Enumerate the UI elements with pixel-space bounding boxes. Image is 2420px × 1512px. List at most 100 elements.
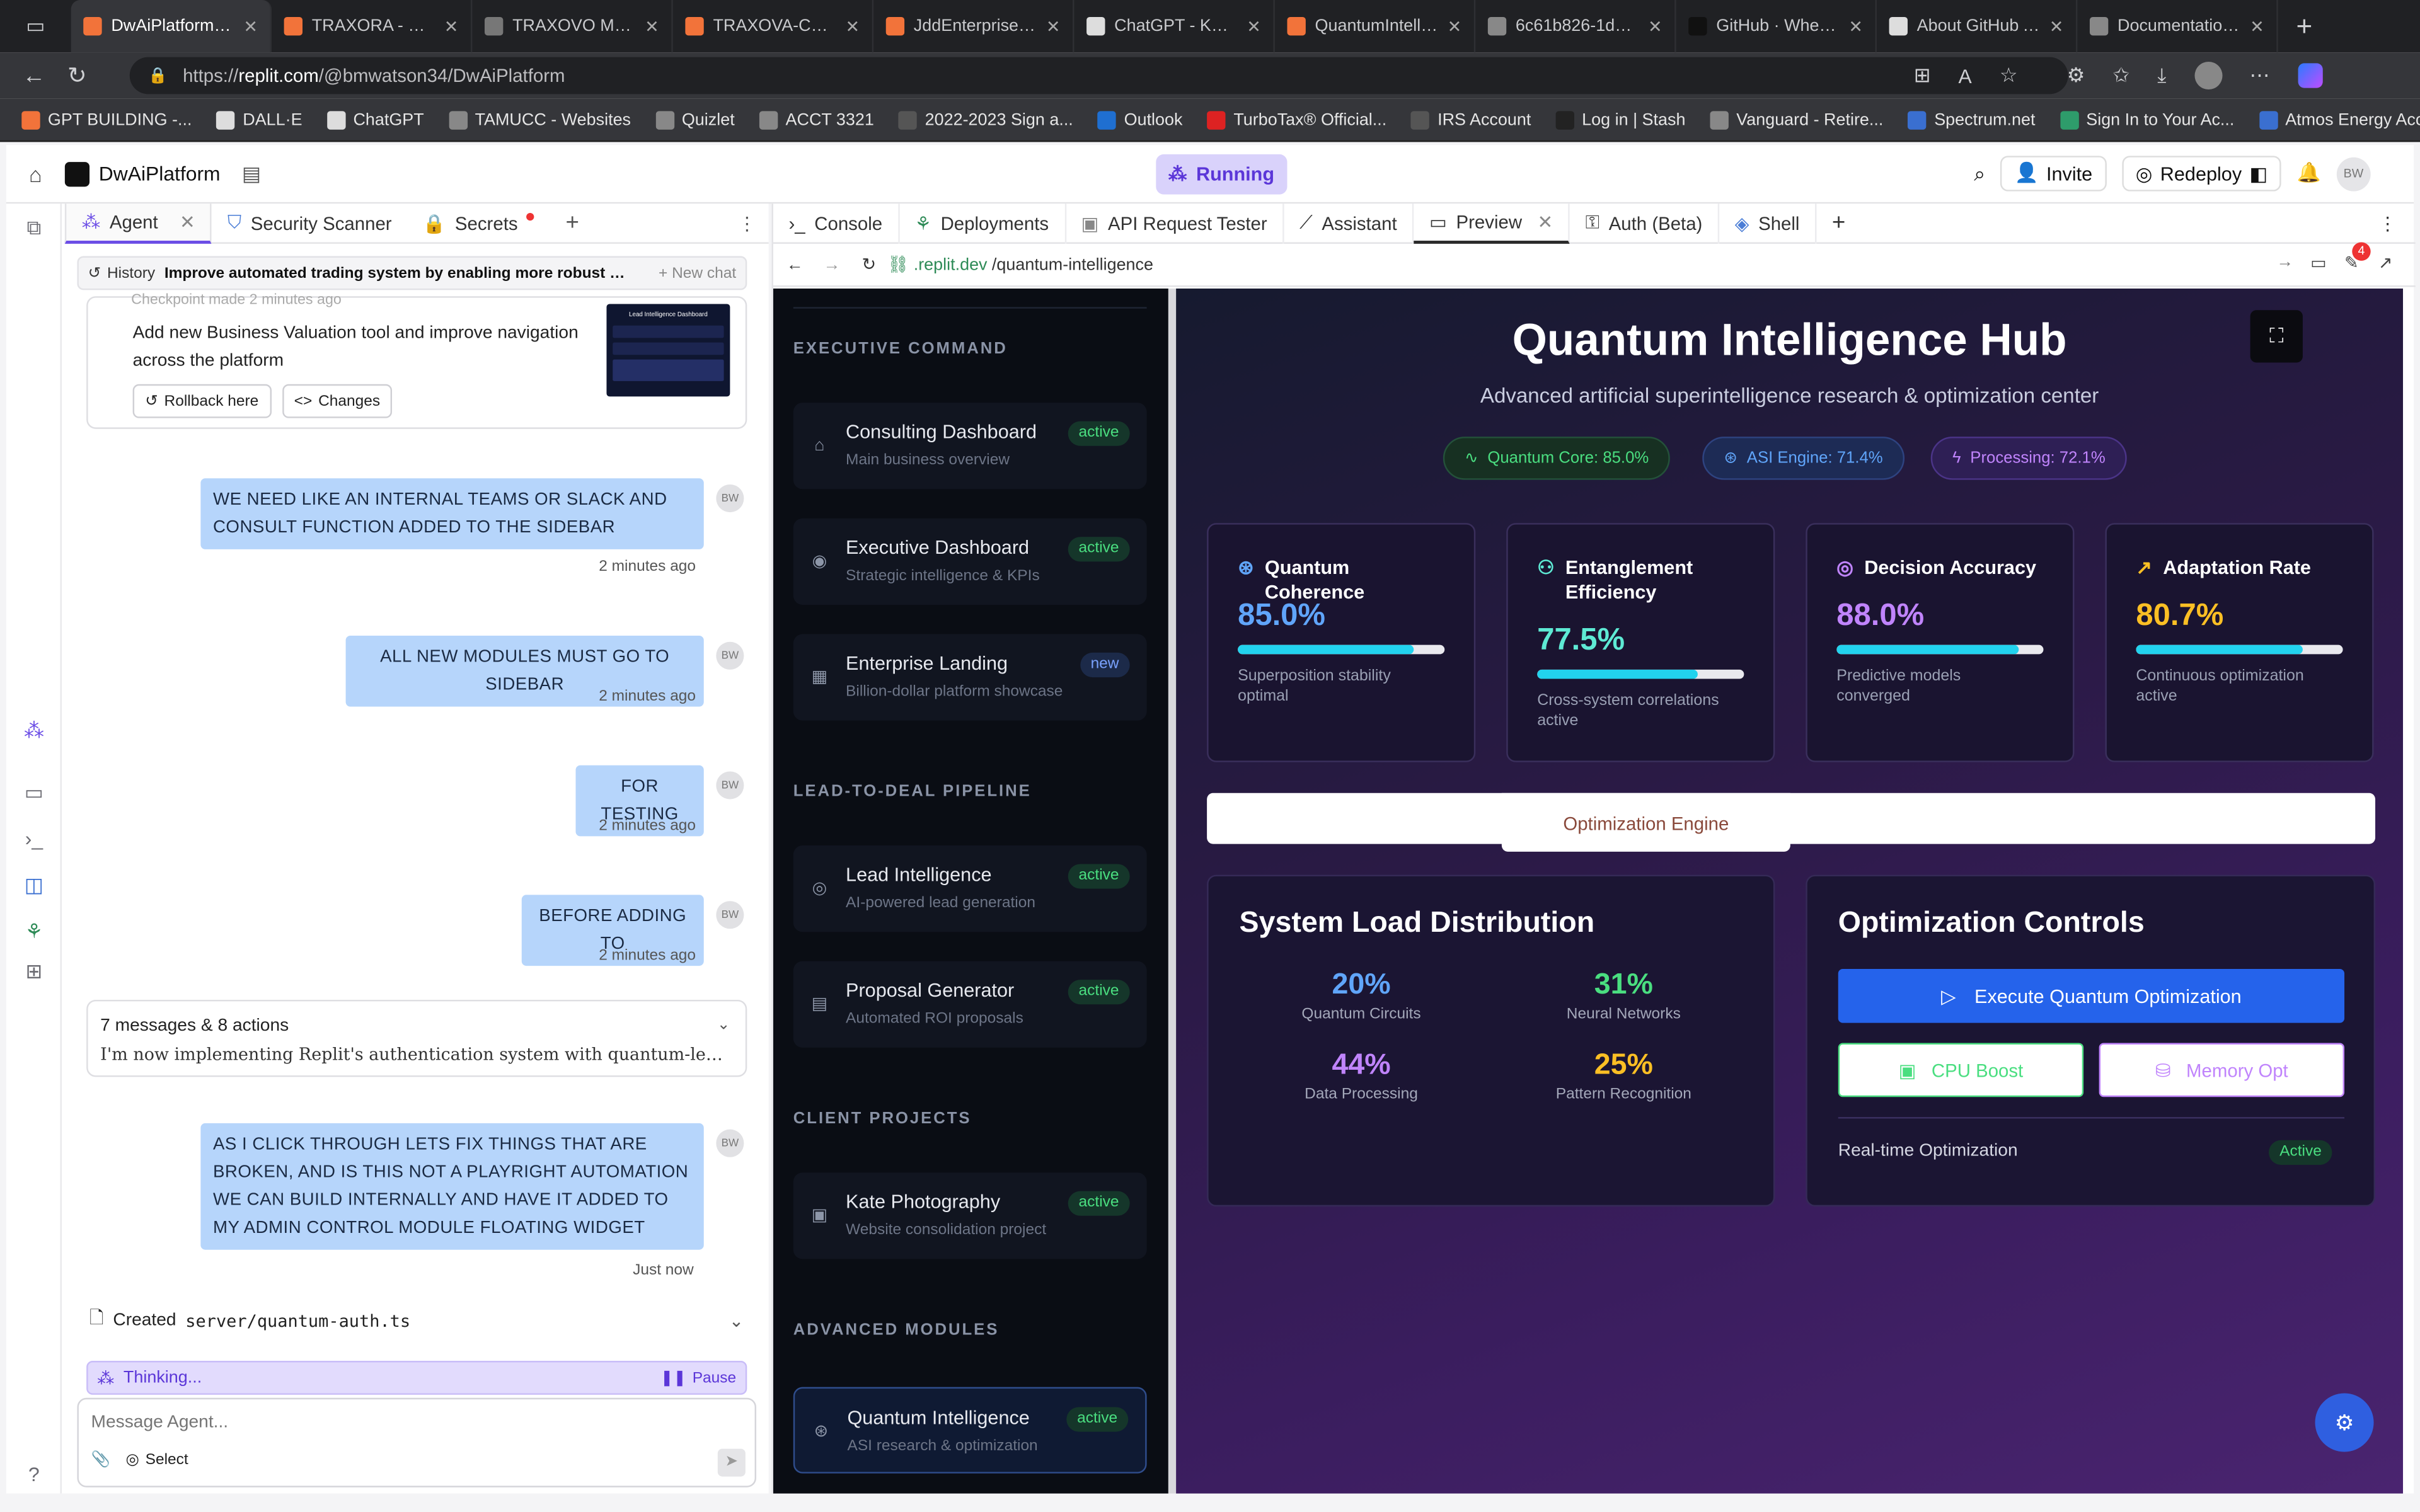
browser-tab[interactable]: About GitHub Adv ✕ bbox=[1877, 0, 2078, 53]
tab-console[interactable]: ›_ Console bbox=[773, 203, 900, 243]
tab-auth[interactable]: ⚿ Auth (Beta) bbox=[1570, 203, 1720, 243]
preview-url[interactable]: ⛓ .replit.dev/quantum-intelligence bbox=[887, 255, 1153, 275]
bookmark-item[interactable]: GPT BUILDING -... bbox=[9, 110, 204, 129]
actions-summary-card[interactable]: 7 messages & 8 actions I'm now implement… bbox=[86, 999, 747, 1077]
profile-avatar[interactable] bbox=[2194, 61, 2222, 90]
new-tab-icon[interactable]: + bbox=[2278, 10, 2331, 42]
agent-icon[interactable]: ⁂ bbox=[21, 719, 46, 743]
close-icon[interactable]: ✕ bbox=[1448, 16, 1462, 36]
bookmark-item[interactable]: Atmos Energy Acc... bbox=[2247, 110, 2420, 129]
bookmark-item[interactable]: Spectrum.net bbox=[1896, 110, 2048, 129]
add-tab-button[interactable]: + bbox=[1816, 203, 1860, 243]
search-icon[interactable]: ⌕ bbox=[1974, 161, 1985, 186]
browser-tab[interactable]: TRAXOVO Master ✕ bbox=[472, 0, 673, 53]
tab-secrets[interactable]: 🔒 Secrets bbox=[407, 203, 550, 243]
close-icon[interactable]: ✕ bbox=[1046, 16, 1061, 36]
shell-icon[interactable]: ›_ bbox=[21, 827, 46, 852]
favorite-star-icon[interactable]: ☆ bbox=[2000, 63, 2018, 88]
browser-tab[interactable]: 6c61b826-1d0e-4 ✕ bbox=[1475, 0, 1676, 53]
tab-deployments[interactable]: ⚘ Deployments bbox=[899, 203, 1066, 243]
tab-optimization-engine[interactable]: Optimization Engine bbox=[1501, 793, 1790, 852]
sidebar-item[interactable]: ◎ Lead Intelligence AI-powered lead genera… bbox=[793, 845, 1147, 932]
database-icon[interactable]: ▤ bbox=[242, 161, 261, 186]
address-bar[interactable]: 🔒 https://replit.com/@bmwatson34/DwAiPla… bbox=[129, 57, 2068, 94]
new-chat-button[interactable]: + New chat bbox=[659, 265, 736, 282]
browser-tab[interactable]: Documentation fo ✕ bbox=[2077, 0, 2278, 53]
bookmark-item[interactable]: Outlook bbox=[1085, 110, 1195, 129]
sidebar-item[interactable]: ⊛ Quantum Intelligence ASI research & opti… bbox=[793, 1387, 1147, 1474]
favorites-icon[interactable]: ✩ bbox=[2112, 63, 2129, 88]
run-status-button[interactable]: ⁂ Running bbox=[1156, 154, 1287, 195]
downloads-icon[interactable]: ⤓ bbox=[2157, 63, 2166, 88]
browser-tab[interactable]: JddEnterprisesAu ✕ bbox=[873, 0, 1075, 53]
sidebar-resize-handle[interactable] bbox=[1168, 288, 1177, 1496]
changes-button[interactable]: <> Changes bbox=[282, 384, 393, 418]
tab-actions-icon[interactable]: ▭ bbox=[0, 14, 71, 38]
help-icon[interactable]: ? bbox=[21, 1463, 46, 1487]
select-button[interactable]: ◎ Select bbox=[125, 1452, 188, 1469]
home-icon[interactable]: ⌂ bbox=[6, 161, 65, 186]
bookmark-item[interactable]: ChatGPT bbox=[314, 110, 436, 129]
close-icon[interactable]: ✕ bbox=[243, 16, 258, 36]
pause-button[interactable]: ❚❚ Pause bbox=[660, 1369, 736, 1386]
close-icon[interactable]: ✕ bbox=[645, 16, 659, 36]
all-tools-icon[interactable]: ⊞ bbox=[21, 959, 46, 984]
extensions-icon[interactable]: ⚙ bbox=[2067, 63, 2085, 88]
bookmark-item[interactable]: Sign In to Your Ac... bbox=[2048, 110, 2247, 129]
device-icon[interactable]: ▭ bbox=[2310, 253, 2326, 273]
more-options-icon[interactable]: ⋮ bbox=[2378, 212, 2397, 234]
forward-icon[interactable]: → bbox=[814, 255, 851, 273]
bookmark-item[interactable]: ACCT 3321 bbox=[747, 110, 886, 129]
tab-shell[interactable]: ◈ Shell bbox=[1719, 203, 1817, 243]
back-icon[interactable]: ← bbox=[776, 255, 814, 273]
files-icon[interactable]: ⧉ bbox=[21, 216, 46, 241]
close-icon[interactable]: ✕ bbox=[1247, 16, 1261, 36]
browser-tab[interactable]: TRAXOVA-COMPL ✕ bbox=[673, 0, 874, 53]
bookmark-item[interactable]: Vanguard - Retire... bbox=[1698, 110, 1896, 129]
more-menu-icon[interactable]: ⋯ bbox=[2250, 63, 2270, 88]
memory-opt-button[interactable]: ⛁ Memory Opt bbox=[2099, 1043, 2345, 1097]
tab-security-scanner[interactable]: ⛉ Security Scanner bbox=[212, 203, 408, 243]
close-icon[interactable]: ✕ bbox=[1648, 16, 1662, 36]
created-file-row[interactable]: 🗋 Created server/quantum-auth.ts ⌄ bbox=[89, 1305, 744, 1336]
database-rail-icon[interactable]: ◫ bbox=[21, 873, 46, 898]
back-icon[interactable]: ← bbox=[13, 62, 56, 89]
redeploy-button[interactable]: ◎ Redeploy ◧ bbox=[2121, 156, 2282, 192]
current-task-title[interactable]: Improve automated trading system by enab… bbox=[164, 265, 628, 282]
split-screen-icon[interactable]: ⊞ bbox=[1914, 63, 1931, 88]
browser-tab[interactable]: ChatGPT - Kaizen ✕ bbox=[1075, 0, 1275, 53]
fullscreen-button[interactable]: ⛶ bbox=[2250, 310, 2303, 363]
bookmark-item[interactable]: DALL·E bbox=[204, 110, 314, 129]
history-button[interactable]: ↺ History bbox=[88, 265, 156, 282]
add-tab-button[interactable]: + bbox=[550, 203, 594, 243]
attach-icon[interactable]: 📎 bbox=[91, 1452, 110, 1469]
close-icon[interactable]: ✕ bbox=[1848, 16, 1863, 36]
sidebar-item[interactable]: ⌂ Consulting Dashboard Main business overv… bbox=[793, 403, 1147, 490]
close-icon[interactable]: ✕ bbox=[444, 16, 459, 36]
execute-optimization-button[interactable]: ▷ Execute Quantum Optimization bbox=[1838, 968, 2345, 1023]
tab-assistant[interactable]: ⟋ Assistant bbox=[1284, 203, 1414, 243]
send-button[interactable]: ➤ bbox=[717, 1448, 746, 1477]
deployments-icon[interactable]: ⚘ bbox=[21, 920, 46, 944]
bookmark-item[interactable]: Quizlet bbox=[643, 110, 747, 129]
sidebar-item[interactable]: ▤ Proposal Generator Automated ROI proposa… bbox=[793, 961, 1147, 1048]
close-icon[interactable]: ✕ bbox=[846, 16, 860, 36]
copilot-icon[interactable] bbox=[2297, 63, 2322, 88]
bookmark-item[interactable]: TurboTax® Official... bbox=[1195, 110, 1399, 129]
browser-tab[interactable]: QuantumIntelliger ✕ bbox=[1275, 0, 1476, 53]
checkpoint-thumbnail[interactable]: Lead Intelligence Dashboard bbox=[606, 304, 730, 397]
close-icon[interactable]: ✕ bbox=[1538, 210, 1553, 232]
invite-button[interactable]: 👤 Invite bbox=[2000, 156, 2107, 192]
bookmark-item[interactable]: 2022-2023 Sign a... bbox=[886, 110, 1085, 129]
floating-settings-button[interactable]: ⚙ bbox=[2315, 1393, 2374, 1452]
browser-tab[interactable]: GitHub · Where sc ✕ bbox=[1676, 0, 1877, 53]
preview-icon[interactable]: ▭ bbox=[21, 781, 46, 805]
user-avatar[interactable]: BW bbox=[2336, 156, 2371, 191]
close-icon[interactable]: ✕ bbox=[180, 210, 195, 232]
sidebar-item[interactable]: ▣ Kate Photography Website consolidation p… bbox=[793, 1172, 1147, 1259]
browser-tab[interactable]: DwAiPlatform - Re ✕ bbox=[71, 0, 272, 53]
read-aloud-icon[interactable]: A bbox=[1959, 64, 1972, 88]
cpu-boost-button[interactable]: ▣ CPU Boost bbox=[1838, 1043, 2084, 1097]
reload-icon[interactable]: ↻ bbox=[55, 62, 99, 89]
rollback-button[interactable]: ↺ Rollback here bbox=[132, 384, 271, 418]
